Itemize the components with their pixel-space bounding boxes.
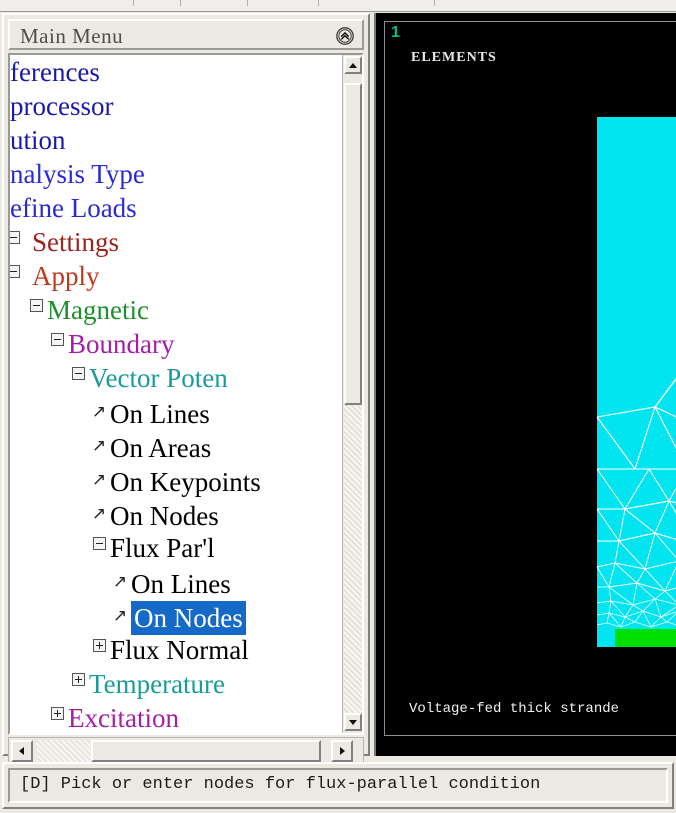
tree-item-label: ferences [10, 57, 100, 87]
tree-leaf-arrow-icon[interactable]: ↗ [109, 599, 131, 636]
graphics-window-number: 1 [391, 24, 400, 41]
application-window: Main Menu ferences processor ution nalysis … [0, 0, 676, 813]
graphics-canvas[interactable]: 1 ELEMENTS Voltage-fed thick strande [384, 21, 676, 736]
tree-item[interactable]: processor [10, 89, 342, 123]
graphics-footer-text: Voltage-fed thick strande [409, 701, 620, 717]
tree-leaf-arrow-icon[interactable]: ↗ [109, 565, 131, 602]
tree-item[interactable]: ↗ On Lines [10, 395, 342, 429]
tree-item[interactable]: Boundary [10, 327, 342, 361]
page-title: Main Menu [20, 24, 124, 48]
tree-collapse-icon[interactable] [10, 226, 32, 260]
status-bar: [D] Pick or enter nodes for flux-paralle… [2, 762, 674, 809]
graphics-plot-label: ELEMENTS [411, 50, 497, 65]
tree-leaf-arrow-icon[interactable]: ↗ [88, 497, 110, 534]
tree-item[interactable]: ↗ On Nodes [10, 497, 342, 531]
tree-item-label: Vector Poten [89, 363, 228, 393]
tree-expand-icon[interactable] [67, 668, 89, 702]
tree-collapse-icon[interactable] [88, 532, 110, 566]
main-menu-titlebar: Main Menu [8, 19, 364, 50]
tree-horizontal-scrollbar[interactable] [8, 737, 364, 765]
tree-item-label: On Areas [110, 433, 212, 463]
tree-item-label: Excitation [68, 703, 179, 733]
tree-item[interactable]: ferences [10, 55, 342, 89]
toolbar-separator [133, 0, 134, 6]
tree-vertical-scrollbar[interactable] [342, 55, 362, 733]
menu-tree[interactable]: ferences processor ution nalysis Type efine … [10, 55, 342, 733]
status-bar-text: [D] Pick or enter nodes for flux-paralle… [20, 775, 541, 794]
vertical-scroll-thumb[interactable] [344, 83, 362, 405]
tree-item-label: On Nodes [131, 601, 246, 635]
tree-item-label: On Lines [110, 399, 210, 429]
tree-expand-icon[interactable] [88, 634, 110, 668]
tree-item-label: On Lines [131, 569, 231, 599]
double-chevron-up-icon[interactable] [335, 26, 355, 46]
vertical-scroll-track[interactable] [344, 405, 362, 713]
tree-item-label: Settings [32, 227, 120, 257]
tree-item-label: Boundary [68, 329, 175, 359]
tree-item[interactable]: Apply [10, 259, 342, 293]
toolbar-strip [0, 0, 676, 12]
tree-item[interactable]: ↗ On Areas [10, 429, 342, 463]
tree-leaf-arrow-icon[interactable]: ↗ [88, 395, 110, 432]
tree-item[interactable]: Flux Par'l [10, 531, 342, 565]
tree-item-label: Flux Par'l [110, 533, 215, 563]
tree-item[interactable]: ution [10, 123, 342, 157]
finite-element-mesh [596, 117, 676, 647]
tree-item-label: nalysis Type [10, 159, 145, 189]
tree-item-label: On Nodes [110, 501, 219, 531]
toolbar-separator [434, 0, 435, 6]
tree-item[interactable]: Settings [10, 225, 342, 259]
tree-item[interactable]: Temperature [10, 667, 342, 701]
tree-item-label: Apply [32, 261, 100, 291]
tree-item-label: Flux Normal [110, 635, 249, 665]
tree-collapse-icon[interactable] [10, 260, 32, 294]
tree-item-label: ution [10, 125, 66, 155]
tree-collapse-icon[interactable] [67, 362, 89, 396]
tree-item[interactable]: efine Loads [10, 191, 342, 225]
status-bar-inner: [D] Pick or enter nodes for flux-paralle… [8, 768, 668, 803]
scroll-left-icon[interactable] [11, 740, 33, 762]
toolbar-separator [180, 0, 181, 6]
horizontal-scroll-track[interactable] [37, 740, 91, 762]
scroll-right-icon[interactable] [331, 740, 353, 762]
tree-leaf-arrow-icon[interactable]: ↗ [88, 429, 110, 466]
tree-item[interactable]: Excitation [10, 701, 342, 733]
tree-item[interactable]: ↗ On Lines [10, 565, 342, 599]
tree-item[interactable]: ↗ On Keypoints [10, 463, 342, 497]
tree-item-label: Temperature [89, 669, 226, 699]
menu-tree-container: ferences processor ution nalysis Type efine … [8, 53, 364, 735]
main-menu-panel: Main Menu ferences processor ution nalysis … [2, 13, 370, 765]
tree-item-label: efine Loads [10, 193, 137, 223]
horizontal-scroll-thumb[interactable] [91, 740, 321, 762]
tree-item-label: processor [10, 91, 114, 121]
scroll-down-icon[interactable] [344, 713, 362, 731]
graphics-window: 1 ELEMENTS Voltage-fed thick strande [374, 13, 676, 756]
tree-item[interactable]: nalysis Type [10, 157, 342, 191]
tree-leaf-arrow-icon[interactable]: ↗ [88, 463, 110, 500]
tree-expand-icon[interactable] [46, 702, 68, 733]
tree-collapse-icon[interactable] [25, 294, 47, 328]
tree-item-label: Magnetic [47, 295, 149, 325]
tree-item[interactable]: Vector Poten [10, 361, 342, 395]
scroll-up-icon[interactable] [344, 56, 362, 74]
tree-collapse-icon[interactable] [46, 328, 68, 362]
tree-item-label: On Keypoints [110, 467, 261, 497]
tree-item[interactable]: Flux Normal [10, 633, 342, 667]
tree-item[interactable]: ↗ On Nodes [10, 599, 342, 636]
toolbar-separator [318, 0, 319, 6]
toolbar-separator [247, 0, 248, 6]
tree-item[interactable]: Magnetic [10, 293, 342, 327]
